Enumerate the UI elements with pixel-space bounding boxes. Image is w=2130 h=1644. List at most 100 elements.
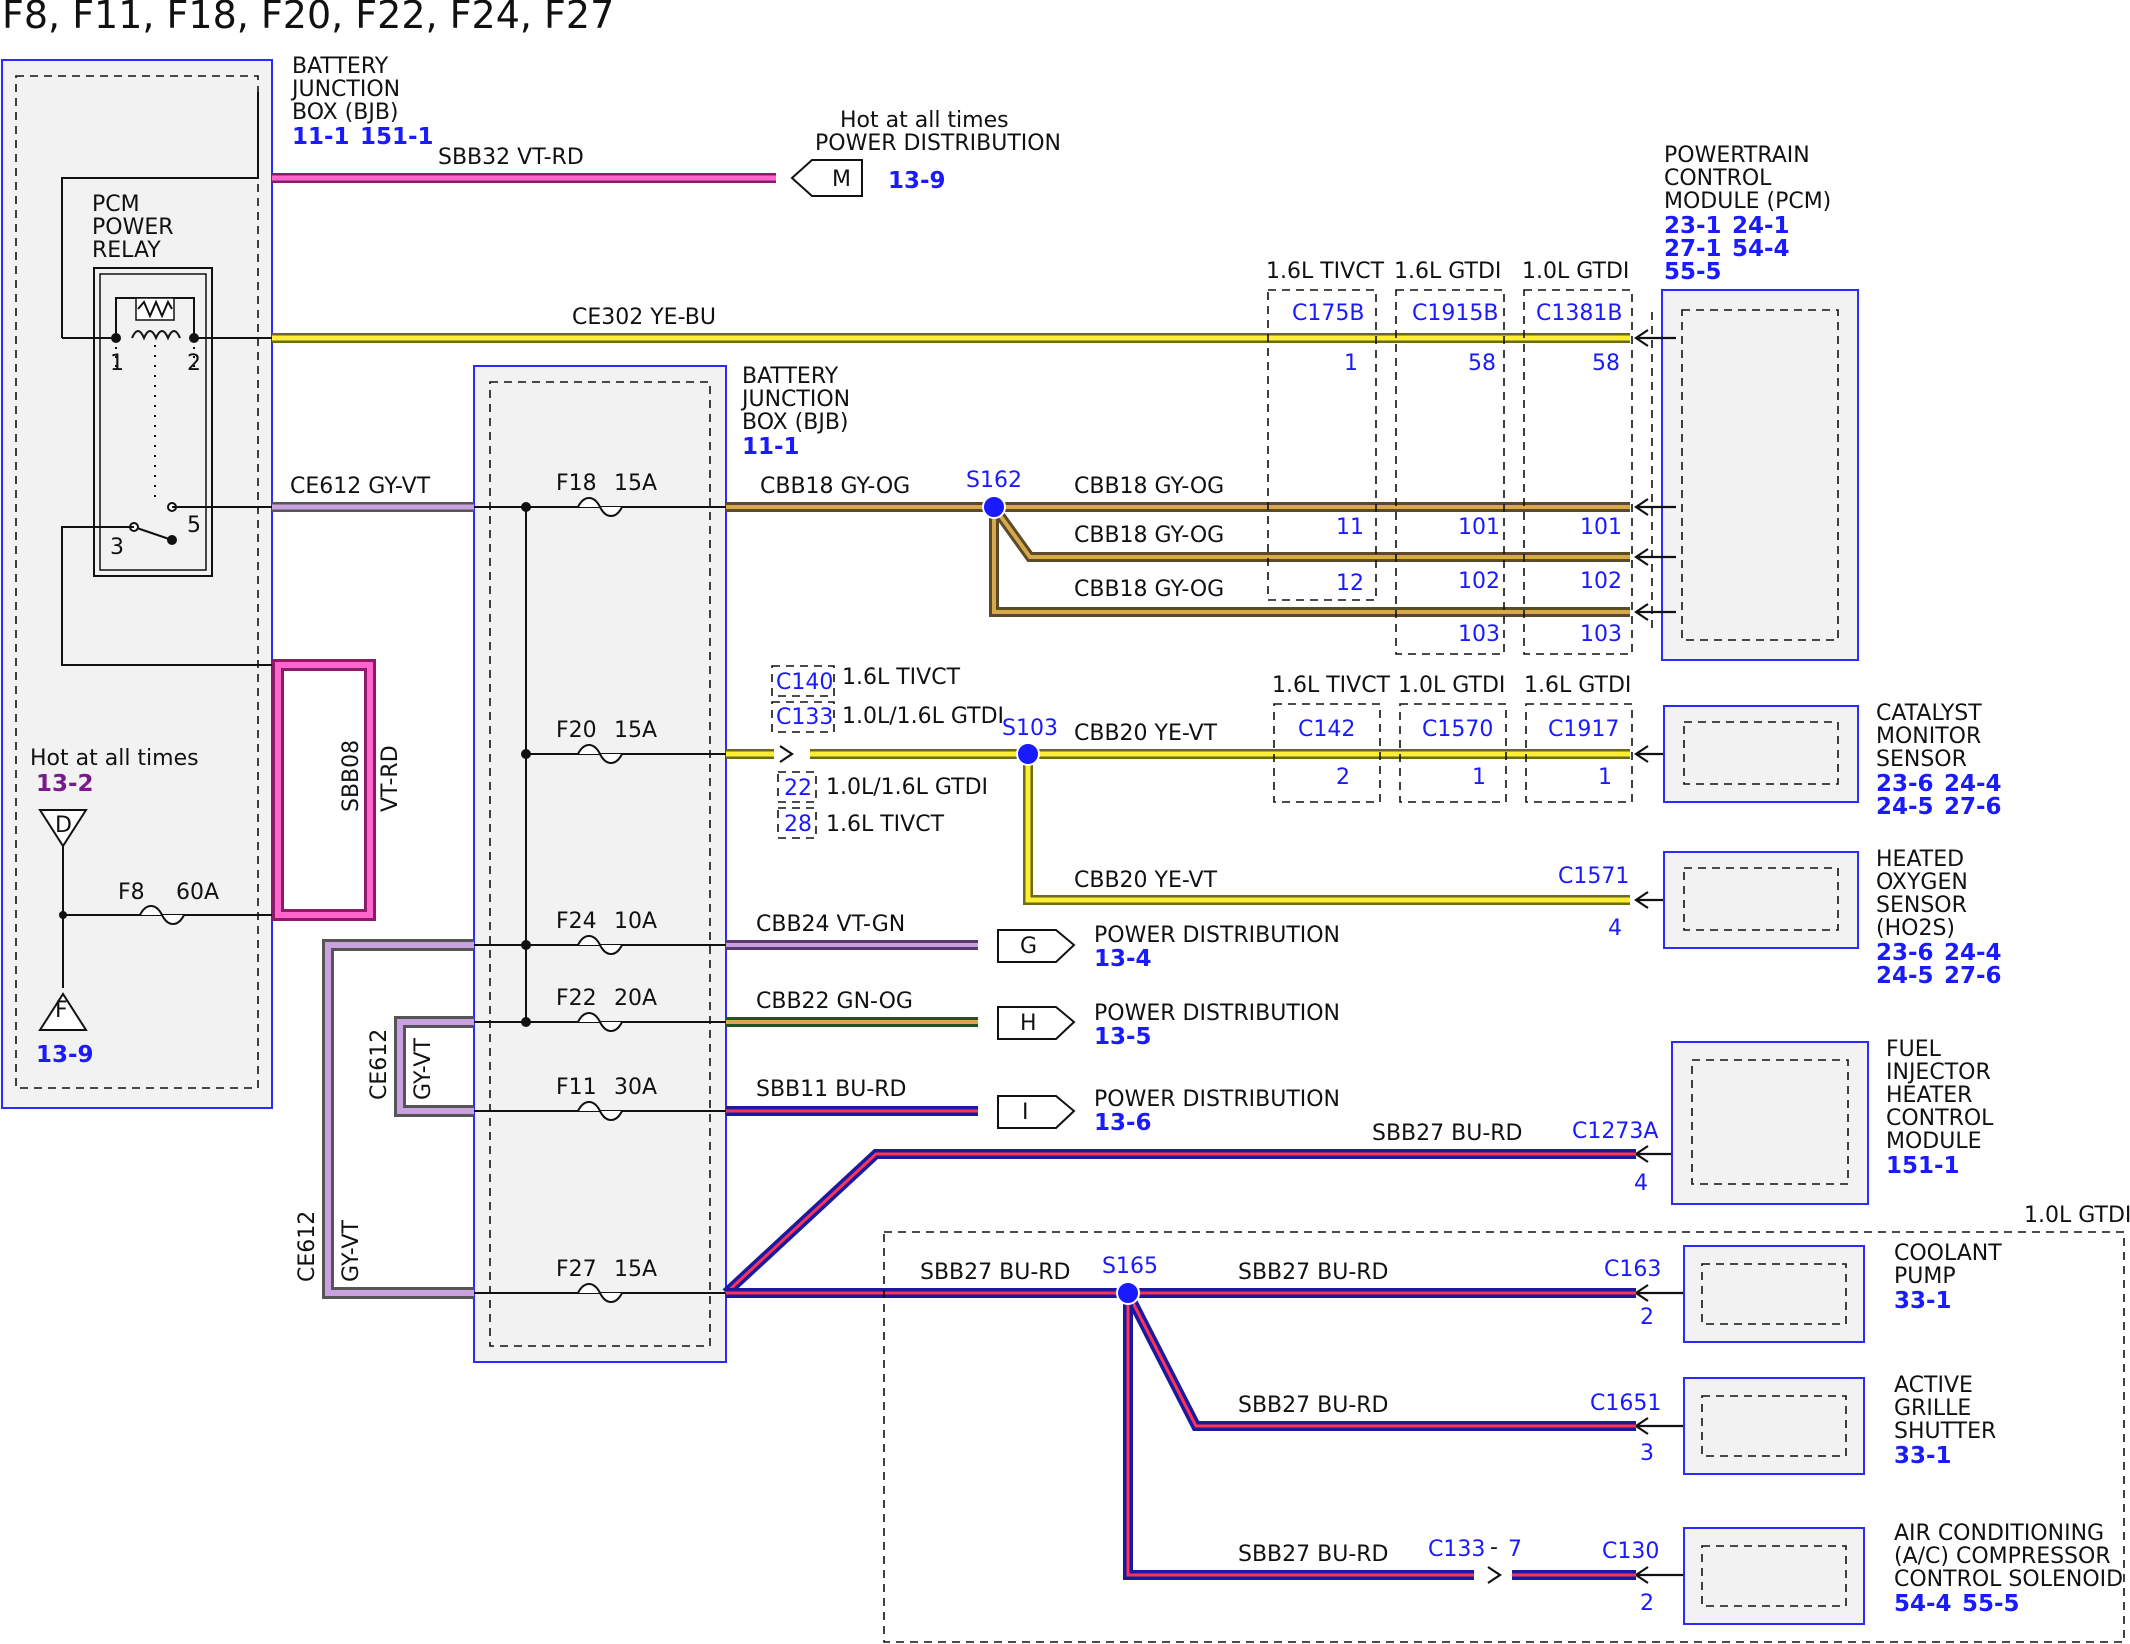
connector-f-label: F [55, 998, 68, 1023]
splice-s165 [1116, 1281, 1140, 1305]
cat-variant-10gtdi-pin: 1 [1472, 765, 1486, 790]
cat-variant-16gtdi-conn: C1917 [1548, 717, 1619, 742]
relay-pin-3: 3 [110, 535, 124, 560]
coolant-ref: 33-1 [1894, 1288, 1952, 1314]
pcm-pin-10-101: 101 [1580, 515, 1622, 540]
ac-inline-connector: C133 [1428, 1537, 1485, 1562]
grille-ref: 33-1 [1894, 1443, 1952, 1469]
splice-s162 [982, 495, 1006, 519]
coolant-box [1683, 1245, 1865, 1343]
fihcm-label-2: INJECTOR [1886, 1060, 1991, 1085]
pcm-variant-10gtdi [1523, 289, 1633, 655]
pcm-variant-16gtdi-engine: 1.6L GTDI [1394, 259, 1501, 284]
connector-d-label: D [55, 813, 72, 838]
inline-p28-note: 1.6L TIVCT [826, 812, 945, 837]
wire-sbb27-label-1: SBB27 BU-RD [1372, 1121, 1523, 1146]
grille-connector: C1651 [1590, 1391, 1661, 1416]
wire-cbb22-label: CBB22 GN-OG [756, 989, 913, 1014]
ac-inline-pin: 7 [1508, 1537, 1522, 1562]
connector-arrows [779, 329, 1694, 1584]
grille-label-3: SHUTTER [1894, 1419, 1996, 1444]
ho2s-label-2: OXYGEN [1876, 870, 1968, 895]
wire-sbb27-label-3: SBB27 BU-RD [1238, 1260, 1389, 1285]
wire-cbb24-label: CBB24 VT-GN [756, 912, 905, 937]
wire-sbb27-label-2: SBB27 BU-RD [920, 1260, 1071, 1285]
inline-c140: C140 [776, 670, 833, 695]
pd-i-ref: 13-6 [1094, 1110, 1152, 1136]
ho2s-ref-3: 24-5 [1876, 963, 1934, 989]
grille-pin: 3 [1640, 1441, 1654, 1466]
ho2s-label-1: HEATED [1876, 847, 1964, 872]
pcm-pin-16-103: 103 [1458, 622, 1500, 647]
splice-s103-label: S103 [1002, 716, 1058, 741]
cat-variant-tivct-pin: 2 [1336, 765, 1350, 790]
pcm-pin-10-102: 102 [1580, 569, 1622, 594]
ac-label-1: AIR CONDITIONING [1894, 1521, 2104, 1546]
ac-box [1683, 1527, 1865, 1625]
ac-label-3: CONTROL SOLENOID [1894, 1567, 2123, 1592]
pcm-pin-tivct-12: 12 [1336, 571, 1364, 596]
relay-label-1: PCM [92, 192, 140, 217]
ac-pin: 2 [1640, 1591, 1654, 1616]
pcm-label-1: POWERTRAIN [1664, 143, 1810, 168]
connector-i-label: I [1022, 1100, 1029, 1125]
bjb-center-label-2: JUNCTION [740, 387, 850, 412]
inline-p22-note: 1.0L/1.6L GTDI [826, 775, 988, 800]
catalyst-ref-3: 24-5 [1876, 794, 1934, 820]
fihcm-label-3: HEATER [1886, 1083, 1972, 1108]
connector-h-label: H [1020, 1011, 1037, 1036]
pcm-variant-tivct-engine: 1.6L TIVCT [1266, 259, 1385, 284]
wiring-diagram: F8, F11, F18, F20, F22, F24, F27 BATTERY… [1, 0, 2130, 1643]
fihcm-label-4: CONTROL [1886, 1106, 1994, 1131]
wire-cbb18-label-2: CBB18 GY-OG [1074, 474, 1224, 499]
bjb-left-ref-1: 11-1 [292, 124, 350, 150]
catalyst-ref-4: 27-6 [1944, 794, 2002, 820]
fihcm-ref: 151-1 [1886, 1153, 1960, 1179]
fuse-f22-rating: 20A [614, 986, 657, 1011]
wire-sbb27-group [722, 1149, 1636, 1580]
pcm-pin-tivct-11: 11 [1336, 515, 1364, 540]
coolant-pin: 2 [1640, 1305, 1654, 1330]
fihcm-label-5: MODULE [1886, 1129, 1982, 1154]
wire-ce612-v2-label: CE612 [295, 1211, 320, 1282]
relay-label-2: POWER [92, 215, 174, 240]
pcm-variant-10gtdi-conn: C1381B [1536, 301, 1622, 326]
bjb-left-label-2: JUNCTION [290, 77, 400, 102]
bus-node-f18 [521, 502, 531, 512]
wire-sbb11-label: SBB11 BU-RD [756, 1077, 907, 1102]
catalyst-label-2: MONITOR [1876, 724, 1981, 749]
coolant-label-1: COOLANT [1894, 1241, 2002, 1266]
fuse-f24-rating: 10A [614, 909, 657, 934]
fuse-f8-rating: 60A [176, 880, 219, 905]
connector-m-icon [790, 159, 863, 197]
relay-pin-5: 5 [187, 513, 201, 538]
hot-top-label: Hot at all times [840, 108, 1009, 133]
diagram-title: F8, F11, F18, F20, F22, F24, F27 [2, 0, 614, 37]
fuse-f11-rating: 30A [614, 1075, 657, 1100]
inline-c133: C133 [776, 705, 833, 730]
ac-ref-2: 55-5 [1962, 1591, 2020, 1617]
pcm-box [1661, 289, 1859, 661]
cat-variant-tivct-conn: C142 [1298, 717, 1355, 742]
wire-cbb20-label-2: CBB20 YE-VT [1074, 868, 1218, 893]
wire-sbb27-label-4: SBB27 BU-RD [1238, 1393, 1389, 1418]
cat-variant-tivct-engine: 1.6L TIVCT [1272, 673, 1391, 698]
cat-variant-16gtdi-engine: 1.6L GTDI [1524, 673, 1631, 698]
fuse-f22-name: F22 [556, 986, 597, 1011]
coolant-label-2: PUMP [1894, 1264, 1956, 1289]
wire-cbb18-label-1: CBB18 GY-OG [760, 474, 910, 499]
cat-variant-10gtdi-engine: 1.0L GTDI [1398, 673, 1505, 698]
fihcm-pin: 4 [1634, 1171, 1648, 1196]
splice-s162-label: S162 [966, 468, 1022, 493]
hot-left-label: Hot at all times [30, 746, 199, 771]
fuse-f24-name: F24 [556, 909, 597, 934]
grille-label-1: ACTIVE [1894, 1373, 1973, 1398]
catalyst-label-1: CATALYST [1876, 701, 1982, 726]
wire-cbb20-label-1: CBB20 YE-VT [1074, 721, 1218, 746]
ac-label-2: (A/C) COMPRESSOR [1894, 1544, 2111, 1569]
wire-ce612-v-label: CE612 [367, 1029, 392, 1100]
fuse-f11-name: F11 [556, 1075, 597, 1100]
wire-sbb27-label-5: SBB27 BU-RD [1238, 1542, 1389, 1567]
hot-top-sub: POWER DISTRIBUTION [815, 131, 1061, 156]
pcm-pin-tivct-1: 1 [1344, 351, 1358, 376]
